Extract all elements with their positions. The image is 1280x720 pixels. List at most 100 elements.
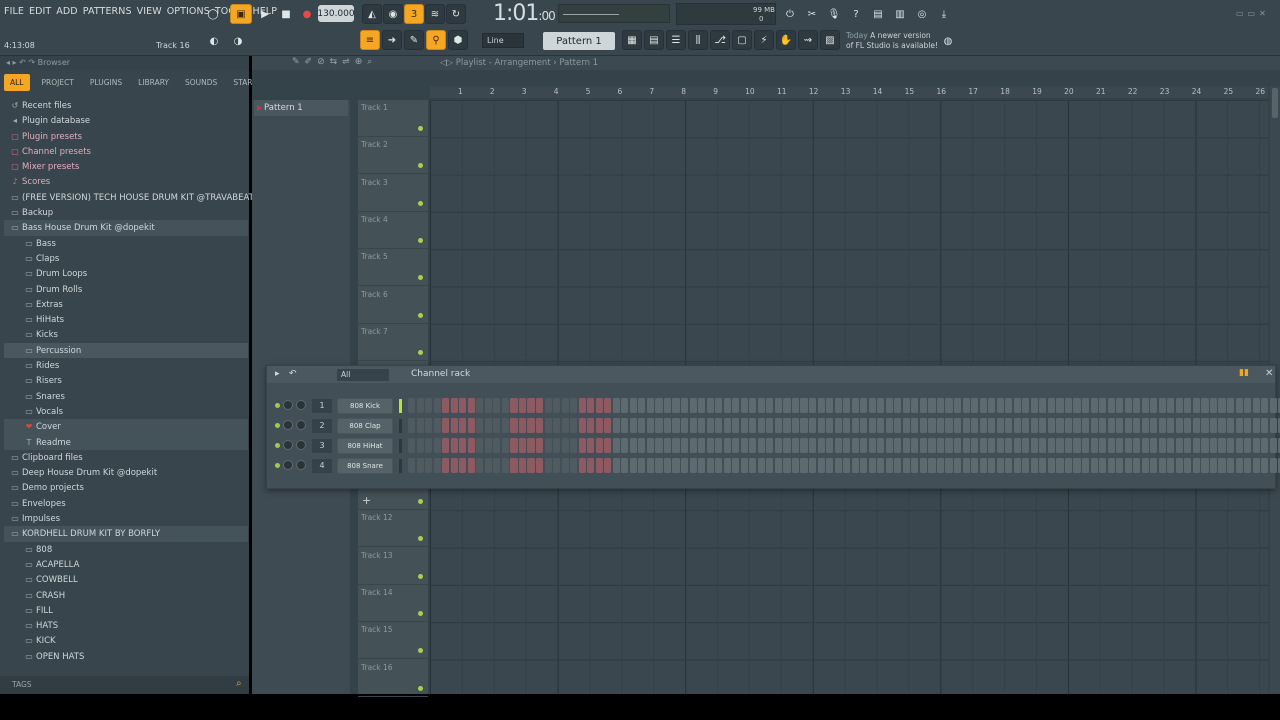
- step-button[interactable]: [868, 398, 876, 413]
- step-button[interactable]: [1235, 398, 1243, 413]
- step-button[interactable]: [1252, 458, 1260, 473]
- step-button[interactable]: [450, 458, 458, 473]
- step-button[interactable]: [442, 438, 450, 453]
- step-button[interactable]: [663, 438, 672, 453]
- step-button[interactable]: [843, 438, 851, 453]
- step-button[interactable]: [1116, 438, 1124, 453]
- step-button[interactable]: [1047, 418, 1055, 433]
- track-led[interactable]: [418, 536, 423, 542]
- step-button[interactable]: [843, 398, 851, 413]
- channel-name-button[interactable]: 808 HiHat: [337, 438, 393, 454]
- step-button[interactable]: [1099, 458, 1107, 473]
- browser-item[interactable]: ▭ Demo projects: [4, 480, 248, 495]
- step-button[interactable]: [663, 458, 672, 473]
- download-icon[interactable]: ⤓: [934, 4, 954, 24]
- step-button[interactable]: [501, 398, 509, 413]
- step-button[interactable]: [979, 438, 987, 453]
- cut-icon[interactable]: ✂: [802, 4, 822, 24]
- step-button[interactable]: [527, 418, 535, 433]
- step-button[interactable]: [1261, 418, 1269, 433]
- step-button[interactable]: [561, 458, 569, 473]
- step-button[interactable]: [706, 418, 714, 433]
- step-button[interactable]: [979, 398, 987, 413]
- browser-item[interactable]: ▭ HiHats: [4, 312, 248, 327]
- step-button[interactable]: [962, 438, 970, 453]
- step-button[interactable]: [689, 418, 697, 433]
- step-button[interactable]: [459, 418, 467, 433]
- step-button[interactable]: [954, 398, 962, 413]
- browser-item[interactable]: ▭ OPEN HATS: [4, 649, 248, 664]
- step-button[interactable]: [1081, 418, 1090, 433]
- step-button[interactable]: [1030, 438, 1038, 453]
- track-header[interactable]: Track 2: [358, 137, 428, 175]
- step-button[interactable]: [740, 458, 748, 473]
- plugin-icon[interactable]: ⚡: [754, 30, 774, 50]
- step-button[interactable]: [1158, 418, 1166, 433]
- step-button[interactable]: [954, 458, 962, 473]
- step-button[interactable]: [629, 398, 637, 413]
- step-button[interactable]: [638, 418, 646, 433]
- step-button[interactable]: [655, 418, 663, 433]
- step-button[interactable]: [1167, 458, 1175, 473]
- wait-record-icon[interactable]: ◉: [383, 4, 403, 24]
- step-button[interactable]: [749, 418, 757, 433]
- step-button[interactable]: [416, 398, 424, 413]
- step-button[interactable]: [800, 418, 808, 433]
- step-button[interactable]: [1056, 418, 1064, 433]
- step-button[interactable]: [732, 438, 740, 453]
- step-button[interactable]: [791, 458, 800, 473]
- step-button[interactable]: [740, 438, 748, 453]
- tab-project[interactable]: PROJECT: [38, 74, 78, 91]
- step-button[interactable]: [595, 418, 603, 433]
- step-button[interactable]: [1133, 398, 1141, 413]
- step-button[interactable]: [442, 398, 450, 413]
- step-button[interactable]: [425, 398, 433, 413]
- pattern-selector[interactable]: Pattern 1: [543, 32, 615, 50]
- step-button[interactable]: [553, 418, 561, 433]
- step-button[interactable]: [928, 458, 936, 473]
- channel-mixer-number[interactable]: 4: [312, 459, 332, 473]
- step-button[interactable]: [1269, 398, 1277, 413]
- step-button[interactable]: [544, 418, 552, 433]
- render-icon[interactable]: ▥: [890, 4, 910, 24]
- playlist-icon[interactable]: ▦: [622, 30, 642, 50]
- step-button[interactable]: [1107, 398, 1115, 413]
- step-button[interactable]: [1133, 438, 1141, 453]
- step-button[interactable]: [1201, 438, 1209, 453]
- step-button[interactable]: [936, 398, 945, 413]
- track-header[interactable]: Track 7: [358, 324, 428, 361]
- picker-pattern-item[interactable]: Pattern 1: [254, 100, 348, 116]
- step-button[interactable]: [774, 418, 782, 433]
- dj-icon[interactable]: ⇝: [798, 30, 818, 50]
- step-button[interactable]: [484, 398, 492, 413]
- step-button[interactable]: [570, 438, 578, 453]
- mic-icon[interactable]: 🎙: [824, 4, 844, 24]
- browser-item[interactable]: ▭ Snares: [4, 389, 248, 404]
- pan-knob[interactable]: [283, 420, 293, 430]
- tab-library[interactable]: LIBRARY: [134, 74, 173, 91]
- step-button[interactable]: [971, 398, 979, 413]
- step-button[interactable]: [851, 398, 859, 413]
- step-button[interactable]: [1030, 398, 1038, 413]
- step-button[interactable]: [996, 418, 1004, 433]
- step-button[interactable]: [493, 438, 501, 453]
- step-button[interactable]: [1201, 458, 1209, 473]
- step-button[interactable]: [757, 438, 765, 453]
- step-button[interactable]: [919, 458, 928, 473]
- step-button[interactable]: [1124, 398, 1132, 413]
- step-button[interactable]: [629, 438, 637, 453]
- track-header[interactable]: Track 6: [358, 287, 428, 324]
- step-button[interactable]: [894, 418, 902, 433]
- channel-mixer-number[interactable]: 2: [312, 419, 332, 433]
- step-button[interactable]: [493, 418, 501, 433]
- step-button[interactable]: [408, 458, 416, 473]
- step-button[interactable]: [1090, 418, 1098, 433]
- step-button[interactable]: [885, 398, 893, 413]
- rack-menu-arrow-icon[interactable]: ▸: [275, 369, 280, 379]
- step-button[interactable]: [1167, 418, 1175, 433]
- step-button[interactable]: [433, 398, 441, 413]
- step-button[interactable]: [672, 438, 680, 453]
- channel-led[interactable]: [275, 423, 280, 428]
- master-pitch-knob[interactable]: ◐: [204, 31, 224, 51]
- step-button[interactable]: [587, 458, 595, 473]
